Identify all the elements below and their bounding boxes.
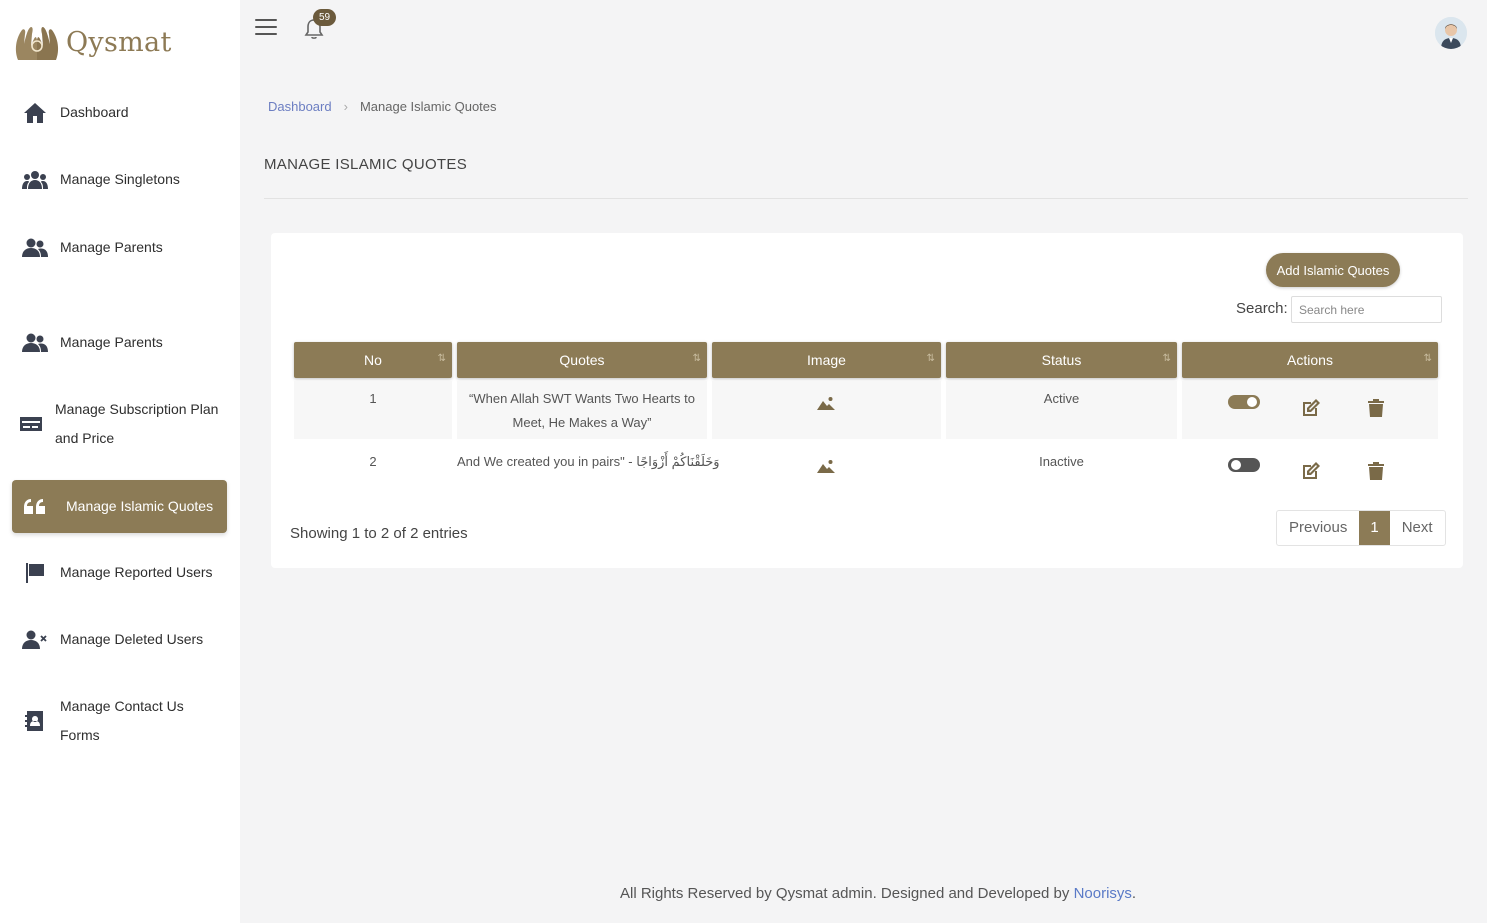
flag-icon [20, 561, 50, 585]
user-x-icon [20, 628, 50, 652]
sidebar-item-label: Manage Deleted Users [60, 631, 204, 647]
logo[interactable]: Qysmat [12, 20, 172, 64]
logo-hands-icon [15, 27, 59, 60]
page-button-current[interactable]: 1 [1359, 511, 1390, 545]
sidebar-item-islamic-quotes[interactable]: Manage Islamic Quotes [12, 480, 227, 533]
sidebar-item-label: Manage Subscription Plan and Price [55, 401, 219, 446]
user-group-icon [20, 236, 50, 260]
sidebar-item-label: Manage Islamic Quotes [66, 498, 214, 514]
column-header-status[interactable]: Status ⇅ [946, 342, 1177, 378]
user-group-icon [20, 331, 50, 355]
column-header-label: Actions [1287, 352, 1333, 368]
avatar[interactable] [1435, 17, 1467, 49]
quote-text: “When Allah SWT Wants Two Hearts to Meet… [469, 391, 695, 430]
footer: All Rights Reserved by Qysmat admin. Des… [620, 885, 1136, 902]
page-title: MANAGE ISLAMIC QUOTES [264, 156, 467, 173]
footer-end: . [1131, 885, 1137, 902]
notification-count-badge: 59 [313, 9, 337, 26]
sort-icon: ⇅ [1423, 353, 1433, 364]
sort-icon: ⇅ [692, 353, 702, 364]
status-toggle[interactable] [1228, 395, 1260, 409]
footer-developer-link[interactable]: Noorisys [1074, 885, 1132, 902]
sort-icon: ⇅ [1162, 353, 1172, 364]
column-header-image[interactable]: Image ⇅ [712, 342, 941, 378]
sidebar: Qysmat Dashboard Manage Singletons Manag… [0, 0, 240, 923]
contact-book-icon [20, 709, 50, 733]
add-islamic-quotes-button[interactable]: Add Islamic Quotes [1266, 253, 1400, 287]
sidebar-item-label: Manage Reported Users [60, 564, 213, 580]
status-text: Inactive [1039, 454, 1084, 469]
sidebar-item-contact-us[interactable]: Manage Contact Us Forms [12, 692, 212, 750]
search-input[interactable] [1291, 296, 1442, 323]
edit-icon[interactable] [1301, 398, 1321, 418]
quote-text: And We created you in pairs" - وَخَلَقْن… [457, 454, 720, 469]
previous-page-button[interactable]: Previous [1277, 511, 1359, 545]
column-header-label: No [364, 352, 382, 368]
row-number: 2 [369, 454, 377, 469]
column-header-quotes[interactable]: Quotes ⇅ [457, 342, 707, 378]
edit-icon[interactable] [1301, 461, 1321, 481]
footer-text: All Rights Reserved by Qysmat admin. Des… [620, 885, 1074, 902]
breadcrumb-dashboard-link[interactable]: Dashboard [268, 99, 332, 114]
sidebar-item-parents[interactable]: Manage Parents [12, 233, 227, 262]
search-label: Search: [1236, 300, 1288, 317]
user-avatar-icon [1435, 17, 1467, 49]
sidebar-item-reported-users[interactable]: Manage Reported Users [12, 558, 227, 587]
column-header-label: Image [807, 352, 846, 368]
sort-icon: ⇅ [926, 353, 936, 364]
sidebar-item-parents-2[interactable]: Manage Parents [12, 328, 227, 357]
sort-icon: ⇅ [437, 353, 447, 364]
menu-toggle-button[interactable] [255, 19, 277, 37]
sidebar-item-label: Manage Parents [60, 239, 163, 255]
column-header-actions[interactable]: Actions ⇅ [1182, 342, 1438, 378]
users-icon [20, 168, 50, 192]
row-number: 1 [369, 391, 377, 406]
next-page-button[interactable]: Next [1390, 511, 1445, 545]
sidebar-item-singletons[interactable]: Manage Singletons [12, 165, 227, 194]
breadcrumb-current: Manage Islamic Quotes [359, 99, 497, 114]
brand-name: Qysmat [66, 26, 172, 58]
delete-icon[interactable] [1367, 398, 1387, 418]
home-icon [20, 101, 50, 125]
breadcrumb: Dashboard › Manage Islamic Quotes [268, 99, 497, 114]
divider [264, 198, 1468, 199]
sidebar-item-label: Manage Contact Us Forms [60, 698, 184, 743]
sidebar-item-label: Manage Parents [60, 334, 163, 350]
column-header-label: Status [1041, 352, 1082, 368]
table-info: Showing 1 to 2 of 2 entries [290, 525, 468, 542]
column-header-no[interactable]: No ⇅ [294, 342, 452, 378]
pagination: Previous 1 Next [1276, 510, 1446, 546]
sidebar-item-label: Dashboard [60, 104, 129, 120]
sidebar-item-subscription[interactable]: Manage Subscription Plan and Price [12, 395, 222, 453]
image-icon[interactable] [816, 457, 836, 475]
column-header-label: Quotes [559, 352, 605, 368]
image-icon[interactable] [816, 394, 836, 412]
card-icon [16, 412, 46, 436]
sidebar-item-label: Manage Singletons [60, 171, 180, 187]
sidebar-item-deleted-users[interactable]: Manage Deleted Users [12, 625, 227, 654]
status-text: Active [1043, 391, 1080, 406]
delete-icon[interactable] [1367, 461, 1387, 481]
quote-icon [20, 495, 50, 519]
status-toggle[interactable] [1228, 458, 1260, 472]
chevron-right-icon: › [343, 99, 348, 114]
sidebar-item-dashboard[interactable]: Dashboard [12, 98, 227, 127]
